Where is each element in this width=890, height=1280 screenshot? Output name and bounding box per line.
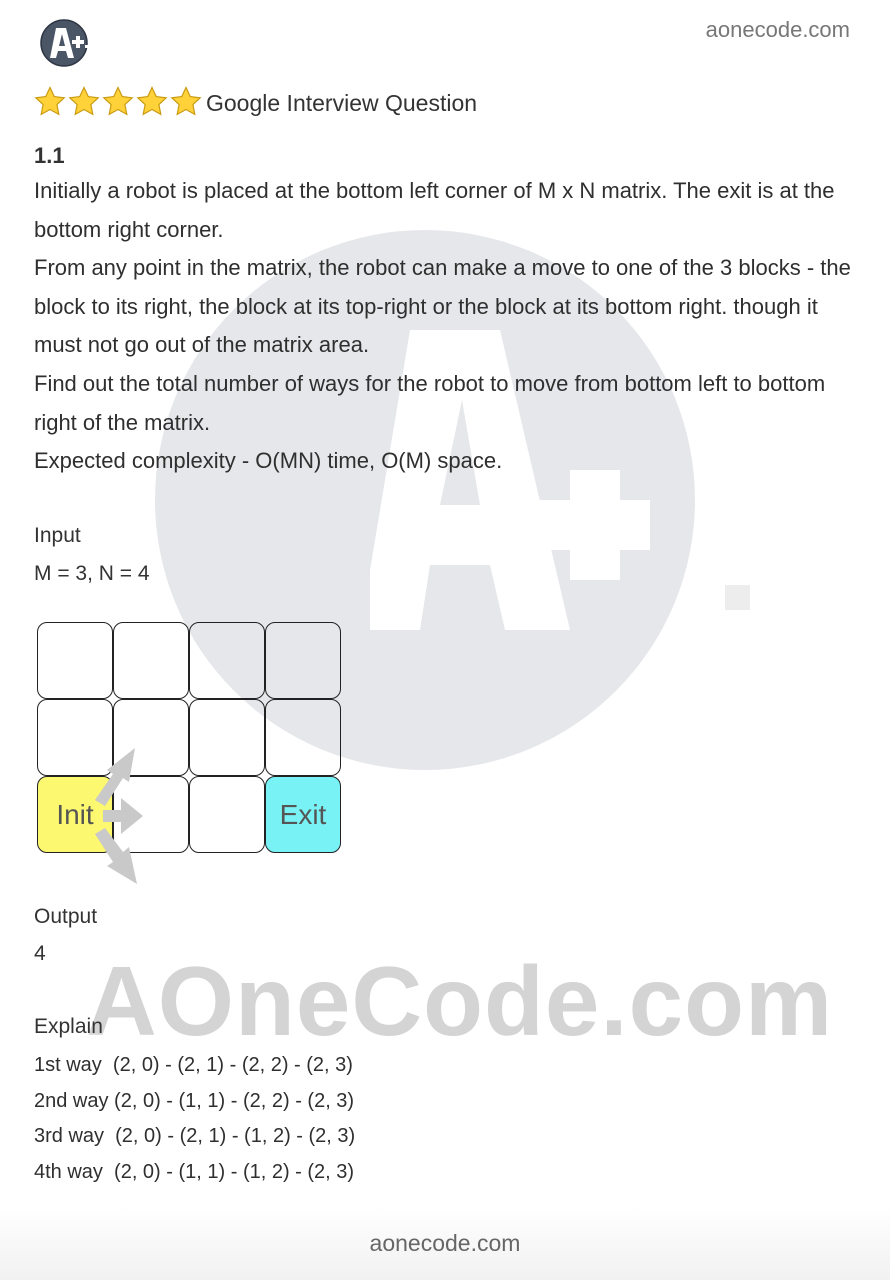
- star-icon: [102, 86, 134, 116]
- star-icon: [136, 86, 168, 116]
- list-item: 3rd way (2, 0) - (2, 1) - (1, 2) - (2, 3…: [34, 1125, 356, 1147]
- output-label: Output: [34, 905, 98, 928]
- question-number: 1.1: [34, 143, 65, 168]
- init-label: Init: [56, 798, 94, 830]
- star-icon: [68, 86, 100, 116]
- grid-cell: [37, 622, 113, 699]
- grid-cell: [37, 699, 113, 776]
- description-paragraph: Initially a robot is placed at the botto…: [34, 178, 835, 242]
- input-label: Input: [34, 524, 81, 547]
- grid-cell: [113, 776, 189, 853]
- description-paragraph: Find out the total number of ways for th…: [34, 370, 826, 435]
- init-cell: Init: [37, 776, 113, 853]
- grid-cell: [113, 699, 189, 776]
- grid-cell: [265, 699, 341, 776]
- list-item: 2nd way (2, 0) - (1, 1) - (2, 2) - (2, 3…: [34, 1089, 355, 1112]
- output-value: 4: [34, 942, 46, 965]
- difficulty-stars: [34, 86, 202, 117]
- footer-bar: aonecode.com: [0, 1208, 890, 1280]
- exit-cell: Exit: [265, 776, 341, 853]
- grid-cell: [189, 622, 265, 699]
- ways-list: 1st way (2, 0) - (2, 1) - (2, 2) - (2, 3…: [34, 1048, 355, 1190]
- description-paragraph: Expected complexity - O(MN) time, O(M) s…: [34, 448, 503, 474]
- grid-cell: [265, 622, 341, 699]
- input-value: M = 3, N = 4: [34, 562, 150, 585]
- grid-cell: [113, 622, 189, 699]
- list-item: 1st way (2, 0) - (2, 1) - (2, 2) - (2, 3…: [34, 1054, 353, 1076]
- site-url-footer: aonecode.com: [369, 1230, 521, 1256]
- grid-cell: [189, 776, 265, 853]
- explain-label: Explain: [34, 1015, 103, 1038]
- exit-label: Exit: [279, 798, 327, 830]
- description-paragraph: From any point in the matrix, the robot …: [34, 255, 851, 358]
- list-item: 4th way (2, 0) - (1, 1) - (1, 2) - (2, 3…: [34, 1160, 355, 1183]
- matrix-grid: Init Exit: [37, 622, 343, 884]
- star-icon: [34, 86, 66, 116]
- question-description: Initially a robot is placed at the botto…: [34, 172, 864, 481]
- grid-cell: [189, 699, 265, 776]
- aplusplus-logo: [40, 19, 94, 67]
- page-title: Google Interview Question: [206, 90, 478, 116]
- site-url-top: aonecode.com: [705, 17, 850, 42]
- star-icon: [170, 86, 202, 116]
